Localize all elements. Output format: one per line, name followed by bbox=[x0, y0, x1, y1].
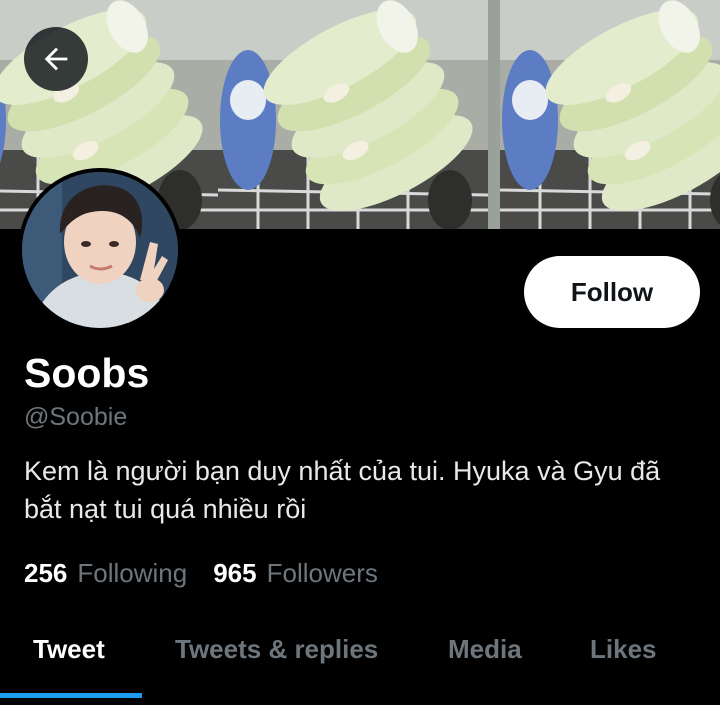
avatar[interactable] bbox=[18, 168, 182, 332]
avatar-photo bbox=[22, 172, 178, 328]
profile-tabs: Tweet Tweets & replies Media Likes bbox=[0, 620, 720, 705]
arrow-left-icon bbox=[44, 47, 68, 71]
active-tab-indicator bbox=[0, 693, 142, 698]
follow-stats: 256 Following 965 Followers bbox=[24, 558, 378, 589]
display-name: Soobs bbox=[24, 350, 150, 396]
tab-likes[interactable]: Likes bbox=[590, 634, 657, 665]
following-label: Following bbox=[77, 558, 188, 588]
banner-tile bbox=[218, 0, 488, 229]
profile-bio: Kem là người bạn duy nhất của tui. Hyuka… bbox=[24, 456, 661, 524]
back-button[interactable] bbox=[24, 27, 88, 91]
user-handle: @Soobie bbox=[24, 403, 128, 431]
tab-tweets[interactable]: Tweet bbox=[33, 634, 105, 665]
followers-label: Followers bbox=[266, 558, 378, 588]
followers-stat[interactable]: 965 Followers bbox=[213, 558, 378, 589]
follow-button[interactable]: Follow bbox=[524, 256, 700, 328]
following-count: 256 bbox=[24, 558, 68, 588]
tab-tweets-and-replies[interactable]: Tweets & replies bbox=[175, 634, 378, 665]
tab-media[interactable]: Media bbox=[448, 634, 522, 665]
followers-count: 965 bbox=[213, 558, 257, 588]
following-stat[interactable]: 256 Following bbox=[24, 558, 187, 589]
banner-tile bbox=[500, 0, 720, 229]
